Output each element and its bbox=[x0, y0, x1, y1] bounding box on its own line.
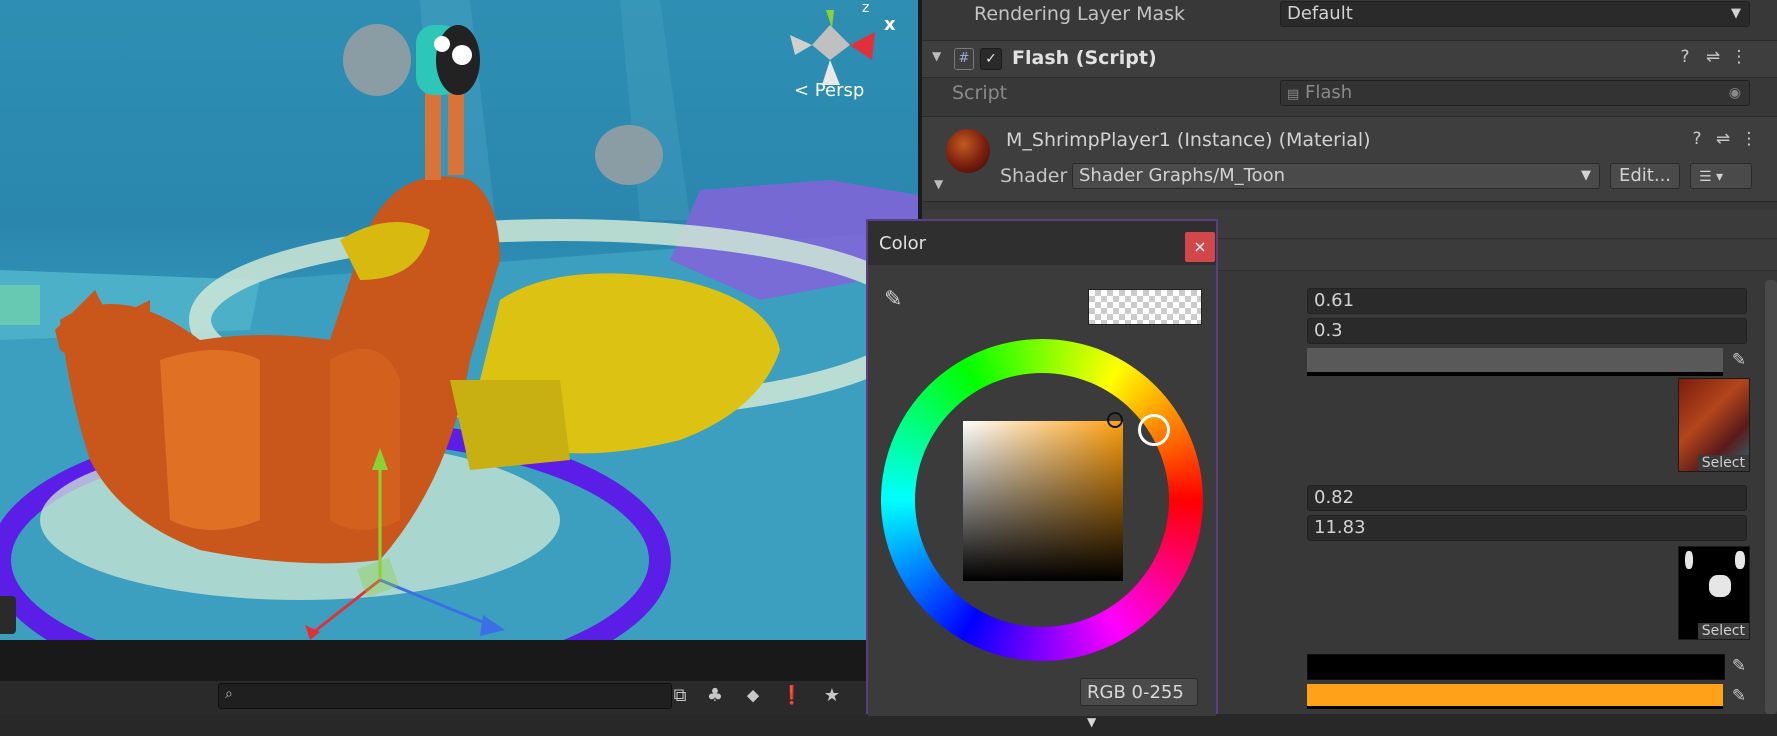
texture-thumbnail-1[interactable]: Select bbox=[1678, 378, 1750, 472]
eyedropper-icon[interactable]: ✎ bbox=[1728, 350, 1750, 370]
edit-shader-label: Edit... bbox=[1618, 165, 1672, 186]
eyedropper-icon[interactable]: ✎ bbox=[1728, 686, 1750, 706]
color-mode-dropdown[interactable]: RGB 0-255 ▼ bbox=[1080, 678, 1198, 729]
texture-shape bbox=[1735, 551, 1745, 569]
help-icon[interactable]: ? bbox=[1686, 129, 1708, 149]
material-options-dropdown[interactable]: ☰ ▾ bbox=[1690, 163, 1752, 189]
saturation-value-square[interactable] bbox=[963, 421, 1123, 581]
color-swatch-orange[interactable] bbox=[1307, 684, 1723, 709]
flash-component-header[interactable]: ▼ # ✓ Flash (Script) ? ⇌ ⋮ bbox=[922, 40, 1777, 78]
close-button[interactable]: × bbox=[1185, 232, 1215, 262]
foldout-arrow-icon[interactable]: ▼ bbox=[932, 49, 941, 63]
scene-overlay-button[interactable] bbox=[0, 596, 16, 634]
float-field-4[interactable]: 11.83 bbox=[1307, 515, 1747, 541]
gizmo-x-label: x bbox=[884, 14, 896, 35]
color-picker-body: ✎ RGB 0-255 ▼ bbox=[868, 265, 1216, 729]
script-file-icon: ▤ bbox=[1287, 87, 1300, 102]
chevron-down-icon: ▼ bbox=[1087, 715, 1097, 729]
inspector-scrollbar[interactable] bbox=[1765, 280, 1777, 714]
persp-label[interactable]: < Persp bbox=[794, 80, 864, 101]
material-preview bbox=[946, 129, 990, 173]
texture-thumbnail-2[interactable]: Select bbox=[1678, 546, 1750, 640]
select-texture-button[interactable]: Select bbox=[1697, 623, 1749, 639]
shader-label: Shader bbox=[1000, 165, 1068, 187]
type-filter-icon[interactable]: ♣ bbox=[702, 683, 728, 709]
color-swatch-gray[interactable] bbox=[1307, 348, 1723, 376]
rendering-layer-mask-label: Rendering Layer Mask bbox=[974, 3, 1186, 25]
scene-view[interactable]: x z < Persp bbox=[0, 0, 918, 640]
list-icon: ☰ ▾ bbox=[1699, 169, 1724, 185]
gizmo-z-label: z bbox=[862, 0, 870, 16]
hue-handle[interactable] bbox=[1138, 414, 1170, 446]
search-input[interactable]: ⌕ bbox=[218, 683, 672, 709]
shader-value: Shader Graphs/M_Toon bbox=[1079, 165, 1286, 186]
select-texture-button[interactable]: Select bbox=[1697, 455, 1749, 471]
color-picker-window: Color × ✎ RGB 0-255 ▼ bbox=[866, 219, 1218, 729]
color-picker-titlebar[interactable]: Color × bbox=[868, 221, 1216, 265]
object-picker-icon[interactable]: ◉ bbox=[1729, 81, 1741, 105]
more-options-icon[interactable]: ⋮ bbox=[1738, 129, 1760, 149]
script-field: ▤ Flash ◉ bbox=[1280, 80, 1750, 106]
float-field-1[interactable]: 0.61 bbox=[1307, 288, 1747, 314]
material-header[interactable]: ▼ M_ShrimpPlayer1 (Instance) (Material) … bbox=[922, 116, 1777, 202]
more-options-icon[interactable]: ⋮ bbox=[1728, 47, 1750, 67]
color-swatch-black[interactable] bbox=[1307, 654, 1725, 680]
presets-icon[interactable]: ⇌ bbox=[1702, 47, 1724, 67]
search-icon: ⌕ bbox=[225, 686, 233, 702]
shader-dropdown[interactable]: Shader Graphs/M_Toon ▼ bbox=[1072, 163, 1600, 189]
favorite-icon[interactable]: ★ bbox=[819, 683, 845, 709]
script-label: Script bbox=[952, 82, 1008, 104]
help-icon[interactable]: ? bbox=[1674, 47, 1696, 67]
edit-shader-button[interactable]: Edit... bbox=[1610, 163, 1680, 189]
warning-filter-icon[interactable]: ❗ bbox=[779, 683, 805, 709]
foldout-arrow-icon[interactable]: ▼ bbox=[934, 177, 943, 191]
label-filter-icon[interactable]: ⬥ bbox=[740, 683, 766, 709]
scene-footer bbox=[0, 640, 918, 680]
eyedropper-icon[interactable]: ✎ bbox=[1728, 656, 1750, 676]
script-hash-icon: # bbox=[954, 48, 974, 70]
chevron-down-icon: ▼ bbox=[1581, 168, 1591, 183]
sv-handle[interactable] bbox=[1107, 412, 1123, 428]
material-name: M_ShrimpPlayer1 (Instance) (Material) bbox=[1006, 129, 1371, 151]
float-field-3[interactable]: 0.82 bbox=[1307, 485, 1747, 511]
rendering-layer-mask-value: Default bbox=[1287, 3, 1353, 24]
scene-visibility-icon[interactable]: ⧉ bbox=[667, 683, 693, 709]
color-picker-title: Color bbox=[879, 233, 926, 254]
eyedropper-icon[interactable]: ✎ bbox=[884, 287, 902, 312]
flash-component-title: Flash (Script) bbox=[1012, 47, 1157, 69]
texture-shape bbox=[1685, 551, 1693, 569]
presets-icon[interactable]: ⇌ bbox=[1712, 129, 1734, 149]
script-value: Flash bbox=[1305, 82, 1353, 103]
scene-render bbox=[0, 0, 918, 640]
chevron-down-icon: ▼ bbox=[1731, 6, 1741, 21]
float-field-2[interactable]: 0.3 bbox=[1307, 318, 1747, 344]
color-preview-swatch bbox=[1088, 289, 1202, 325]
rendering-layer-mask-dropdown[interactable]: Default ▼ bbox=[1280, 1, 1750, 27]
enable-checkbox[interactable]: ✓ bbox=[980, 48, 1002, 70]
texture-shape bbox=[1709, 575, 1731, 597]
color-mode-value: RGB 0-255 bbox=[1087, 682, 1184, 703]
